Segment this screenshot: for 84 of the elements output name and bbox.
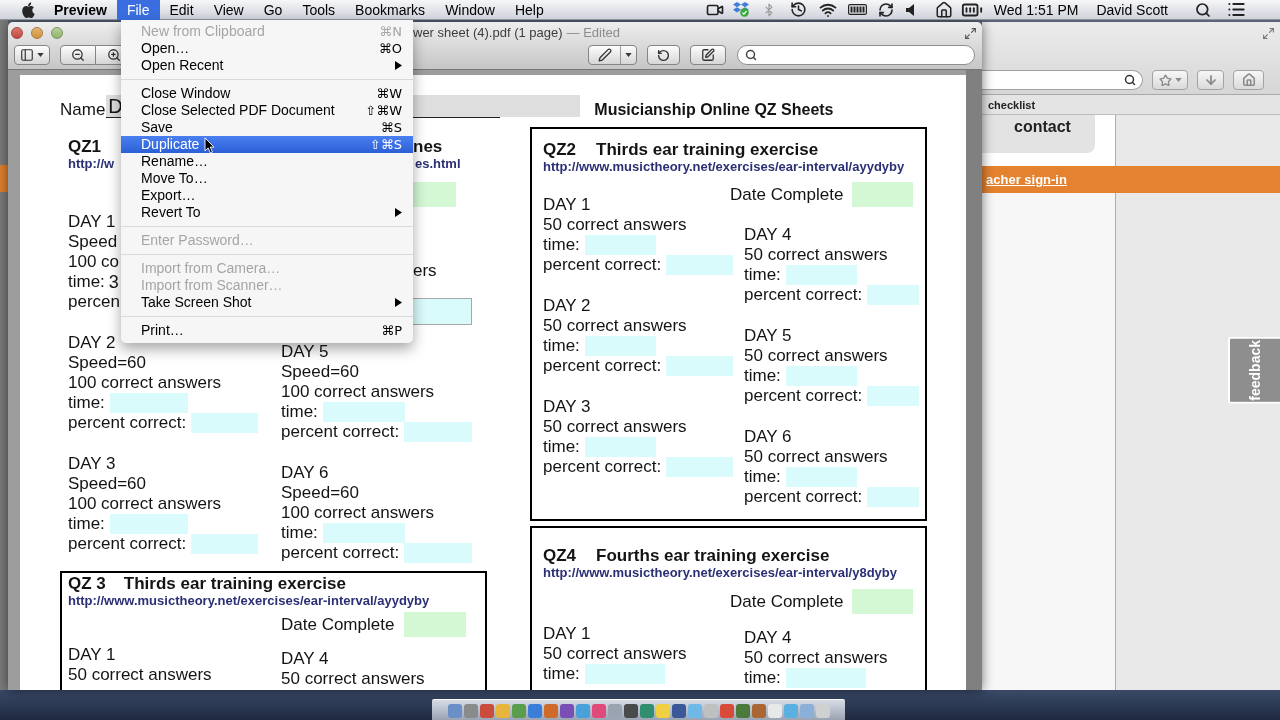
day-label: DAY 6 <box>281 463 329 483</box>
keyboard-shortcut: ⌘N <box>379 23 402 40</box>
day-label: DAY 2 <box>543 296 591 316</box>
speed-text: Speed=60 <box>68 474 146 494</box>
answers-text: 50 correct answers <box>543 316 687 336</box>
answers-text: 100 correct answers <box>281 382 435 402</box>
percent-label: percent correct: <box>281 543 400 563</box>
answers-text: 50 correct answers <box>744 447 888 467</box>
time-label: time: <box>543 235 580 255</box>
time-label: time: <box>744 668 781 688</box>
window-title: wer sheet (4).pdf (1 page) <box>413 25 563 41</box>
speed-text: Speed=60 <box>68 353 146 373</box>
percent-label: percent correct: <box>744 285 863 305</box>
exercise-title: Fourths ear training exercise <box>596 546 830 566</box>
time-label: time: <box>68 272 105 292</box>
answers-text: 100 correct answers <box>281 503 435 523</box>
edited-label: — Edited <box>566 25 621 41</box>
time-value: 3 <box>108 272 119 292</box>
quiz-code: QZ 3 <box>68 574 106 594</box>
day-label: DAY 4 <box>744 628 792 648</box>
day-label: DAY 3 <box>68 454 116 474</box>
speed-text: Speed=60 <box>281 483 359 503</box>
percent-label: percent correct: <box>543 457 662 477</box>
day-label: DAY 4 <box>281 649 329 669</box>
time-label: time: <box>744 467 781 487</box>
percent-label: percent correct: <box>744 487 863 507</box>
time-label: time: <box>281 523 318 543</box>
percent-label: percent correct: <box>281 422 400 442</box>
percent-label: percent correct: <box>68 413 187 433</box>
answers-text: 100 co <box>68 252 120 272</box>
quiz-code: QZ4 <box>543 546 577 566</box>
percent-label: percent correct: <box>744 386 863 406</box>
answers-text: ers <box>413 261 437 281</box>
answers-text: 50 correct answers <box>543 417 687 437</box>
percent-label: percent correct: <box>543 255 662 275</box>
answers-text: 50 correct answers <box>543 644 687 664</box>
speed-text: Speed=60 <box>281 362 359 382</box>
date-complete-label: Date Complete <box>730 184 844 205</box>
exercise-title: Thirds ear training exercise <box>596 140 819 160</box>
quiz-code: QZ2 <box>543 140 577 160</box>
time-label: time: <box>68 514 105 534</box>
time-label: time: <box>543 437 580 457</box>
answers-text: 100 correct answers <box>68 494 222 514</box>
keyboard-shortcut: ⌘W <box>376 85 402 102</box>
day-label: DAY 1 <box>68 645 116 665</box>
keyboard-shortcut: ⇧⌘S <box>369 136 402 153</box>
time-label: time: <box>543 664 580 684</box>
day-label: DAY 1 <box>543 624 591 644</box>
keyboard-shortcut: ⌘P <box>381 322 402 339</box>
quiz-code: QZ1 <box>68 137 102 157</box>
exercise-title: nes <box>413 137 443 157</box>
answers-text: 50 correct answers <box>68 665 212 685</box>
percent-label: percen <box>68 292 120 312</box>
percent-label: percent correct: <box>68 534 187 554</box>
answers-text: 50 correct answers <box>281 669 425 689</box>
day-label: DAY 1 <box>543 195 591 215</box>
answers-text: 50 correct answers <box>744 245 888 265</box>
keyboard-shortcut: ⌘S <box>380 119 402 136</box>
day-label: DAY 5 <box>281 342 329 362</box>
day-label: DAY 6 <box>744 427 792 447</box>
card-title: contact <box>1014 118 1071 135</box>
time-label: time: <box>744 366 781 386</box>
time-label: time: <box>744 265 781 285</box>
answers-text: 100 correct answers <box>68 373 222 393</box>
answers-text: 50 correct answers <box>744 648 888 668</box>
day-label: DAY 2 <box>68 333 116 353</box>
speed-text: Speed <box>68 232 118 252</box>
keyboard-shortcut: ⇧⌘W <box>365 102 402 119</box>
date-complete-label: Date Complete <box>730 591 844 612</box>
exercise-title: Thirds ear training exercise <box>123 574 346 594</box>
keyboard-shortcut: ⌘O <box>378 40 402 57</box>
answers-text: 50 correct answers <box>543 215 687 235</box>
day-label: DAY 1 <box>68 212 116 232</box>
time-label: time: <box>281 402 318 422</box>
document-heading: Musicianship Online QZ Sheets <box>594 100 834 120</box>
name-label: Name <box>60 100 106 120</box>
date-complete-label: Date Complete <box>281 614 395 635</box>
time-label: time: <box>543 336 580 356</box>
day-label: DAY 4 <box>744 225 792 245</box>
time-label: time: <box>68 393 105 413</box>
answers-text: 50 correct answers <box>744 346 888 366</box>
day-label: DAY 3 <box>543 397 591 417</box>
day-label: DAY 5 <box>744 326 792 346</box>
percent-label: percent correct: <box>543 356 662 376</box>
